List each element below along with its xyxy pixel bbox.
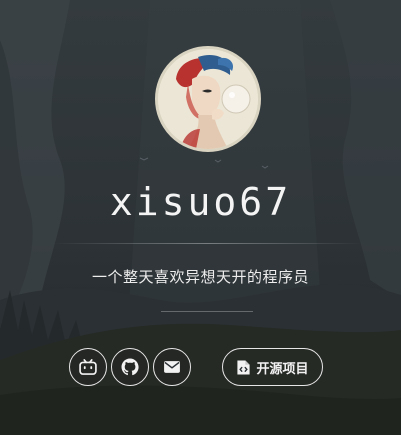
mail-icon bbox=[164, 361, 180, 373]
avatar[interactable] bbox=[155, 46, 261, 152]
profile-tagline: 一个整天喜欢异想天开的程序员 bbox=[91, 268, 309, 286]
open-source-projects-label: 开源项目 bbox=[256, 361, 309, 377]
github-icon bbox=[121, 358, 139, 376]
profile-page: xisuo67 一个整天喜欢异想天开的程序员 开源项目 bbox=[0, 0, 401, 435]
divider-top bbox=[52, 243, 363, 244]
mail-button[interactable] bbox=[153, 348, 191, 386]
bilibili-icon bbox=[79, 359, 97, 375]
profile-card: xisuo67 一个整天喜欢异想天开的程序员 开源项目 bbox=[0, 0, 401, 435]
open-source-projects-button[interactable]: 开源项目 bbox=[222, 348, 323, 386]
bilibili-button[interactable] bbox=[69, 348, 107, 386]
file-code-icon bbox=[237, 359, 251, 375]
github-button[interactable] bbox=[111, 348, 149, 386]
avatar-illustration bbox=[158, 49, 258, 149]
profile-name: xisuo67 bbox=[109, 180, 292, 224]
divider-bottom bbox=[161, 311, 253, 312]
